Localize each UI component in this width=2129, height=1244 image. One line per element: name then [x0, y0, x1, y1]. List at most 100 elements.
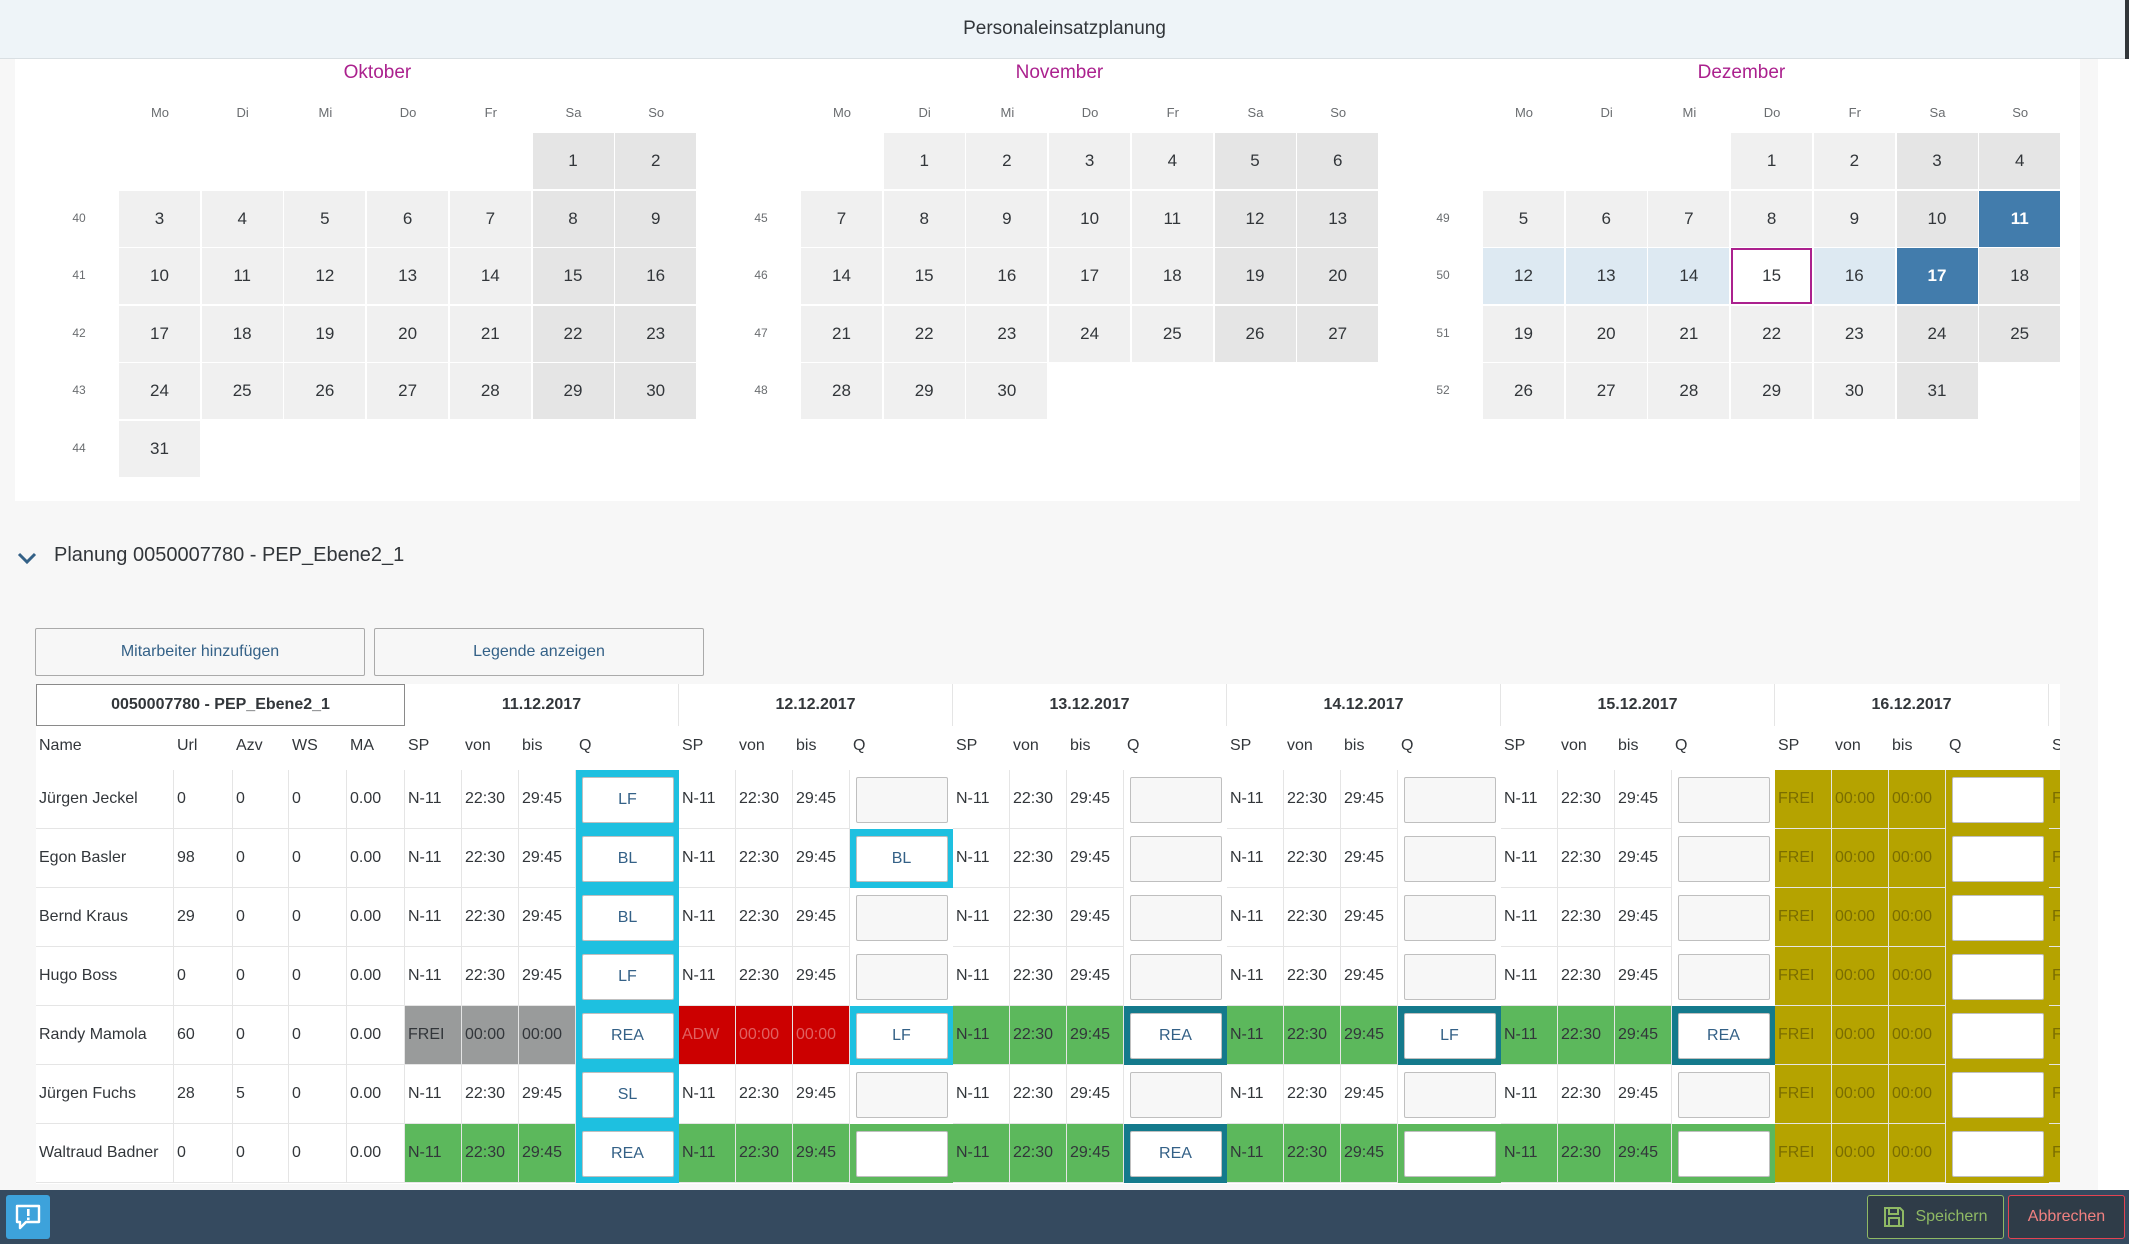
calendar-day[interactable]: 24: [119, 363, 200, 419]
qualification-input[interactable]: LF: [855, 1012, 948, 1059]
shift-cell[interactable]: N-11: [953, 947, 1010, 1006]
calendar-day[interactable]: 6: [1565, 190, 1647, 247]
shift-cell[interactable]: N-11: [679, 1065, 736, 1124]
calendar-day[interactable]: 23: [615, 305, 697, 362]
qualification-input[interactable]: [1677, 835, 1770, 882]
calendar-day[interactable]: 7: [1648, 190, 1730, 247]
qualification-input[interactable]: [1129, 776, 1222, 823]
shift-cell[interactable]: 00:00: [1832, 1124, 1889, 1183]
shift-cell[interactable]: 22:30: [1284, 947, 1341, 1006]
qualification-input[interactable]: REA: [581, 1012, 674, 1059]
shift-cell[interactable]: N-11: [679, 770, 736, 829]
qualification-input[interactable]: [1951, 1071, 2044, 1118]
calendar-day[interactable]: 28: [1648, 363, 1730, 419]
qualification-input[interactable]: [855, 1071, 948, 1118]
shift-cell[interactable]: 29:45: [519, 829, 576, 888]
shift-cell[interactable]: 29:45: [519, 947, 576, 1006]
calendar-day[interactable]: 26: [284, 363, 366, 419]
calendar-day[interactable]: 8: [532, 190, 614, 247]
qualification-input[interactable]: [1951, 776, 2044, 823]
shift-cell[interactable]: 29:45: [1341, 1006, 1398, 1065]
calendar-day[interactable]: 30: [966, 363, 1048, 419]
shift-cell[interactable]: 22:30: [462, 1124, 519, 1183]
shift-cell[interactable]: N-11: [1501, 1065, 1558, 1124]
shift-cell[interactable]: N-11: [405, 947, 462, 1006]
shift-cell[interactable]: 00:00: [462, 1006, 519, 1065]
calendar-day[interactable]: 3: [1049, 133, 1131, 189]
calendar-day[interactable]: 9: [966, 190, 1048, 247]
calendar-day[interactable]: 3: [119, 190, 200, 247]
shift-cell[interactable]: 22:30: [1558, 770, 1615, 829]
shift-cell[interactable]: 22:30: [1010, 829, 1067, 888]
calendar-day[interactable]: 9: [1813, 190, 1895, 247]
calendar-day[interactable]: 17: [119, 305, 200, 362]
calendar-day[interactable]: 11: [1979, 190, 2061, 247]
shift-cell[interactable]: 29:45: [1341, 770, 1398, 829]
calendar-day[interactable]: 20: [1565, 305, 1647, 362]
calendar-day[interactable]: 30: [615, 363, 697, 419]
shift-cell[interactable]: 22:30: [1558, 829, 1615, 888]
calendar-day[interactable]: 27: [1297, 305, 1379, 362]
calendar-day[interactable]: 1: [532, 133, 614, 189]
shift-cell[interactable]: 29:45: [1615, 1006, 1672, 1065]
message-popover-button[interactable]: [6, 1195, 50, 1239]
qualification-input[interactable]: [1129, 894, 1222, 941]
calendar-day[interactable]: 7: [449, 190, 531, 247]
calendar-day[interactable]: 28: [801, 363, 882, 419]
calendar-day[interactable]: 4: [201, 190, 283, 247]
calendar-day[interactable]: 28: [449, 363, 531, 419]
shift-cell[interactable]: N-11: [953, 770, 1010, 829]
calendar-day[interactable]: 14: [801, 248, 882, 304]
qualification-input[interactable]: [855, 776, 948, 823]
qualification-input[interactable]: [1677, 1071, 1770, 1118]
shift-cell[interactable]: N-11: [1227, 1065, 1284, 1124]
shift-cell[interactable]: 22:30: [462, 770, 519, 829]
shift-cell[interactable]: 22:30: [1010, 1124, 1067, 1183]
calendar-day[interactable]: 29: [532, 363, 614, 419]
calendar-day[interactable]: 27: [1565, 363, 1647, 419]
shift-cell[interactable]: 29:45: [1615, 1065, 1672, 1124]
shift-cell[interactable]: 22:30: [736, 770, 793, 829]
shift-cell[interactable]: 22:30: [736, 829, 793, 888]
qualification-input[interactable]: [855, 1130, 948, 1177]
shift-cell[interactable]: N-11: [405, 770, 462, 829]
shift-cell[interactable]: 22:30: [462, 947, 519, 1006]
calendar-day[interactable]: 25: [1131, 305, 1213, 362]
shift-cell[interactable]: FREI: [405, 1006, 462, 1065]
shift-cell[interactable]: 00:00: [1889, 1006, 1946, 1065]
shift-cell[interactable]: 22:30: [1284, 1124, 1341, 1183]
shift-cell[interactable]: N-11: [1501, 1006, 1558, 1065]
shift-cell[interactable]: 00:00: [736, 1006, 793, 1065]
shift-cell[interactable]: 22:30: [1558, 1006, 1615, 1065]
shift-cell[interactable]: 00:00: [1832, 888, 1889, 947]
shift-cell[interactable]: 29:45: [793, 770, 850, 829]
calendar-day[interactable]: 5: [1483, 190, 1564, 247]
qualification-input[interactable]: [855, 894, 948, 941]
calendar-day[interactable]: 4: [1131, 133, 1213, 189]
calendar-day[interactable]: 14: [449, 248, 531, 304]
shift-cell[interactable]: 22:30: [736, 1065, 793, 1124]
shift-cell[interactable]: 22:30: [1284, 888, 1341, 947]
shift-cell[interactable]: 29:45: [793, 888, 850, 947]
shift-cell[interactable]: N-11: [953, 1065, 1010, 1124]
qualification-input[interactable]: LF: [1403, 1012, 1496, 1059]
shift-cell[interactable]: 22:30: [1284, 1065, 1341, 1124]
shift-cell[interactable]: 22:30: [1558, 1065, 1615, 1124]
qualification-input[interactable]: [1951, 1012, 2044, 1059]
shift-cell[interactable]: N-11: [679, 888, 736, 947]
shift-cell[interactable]: 29:45: [1067, 1006, 1124, 1065]
qualification-input[interactable]: [1677, 1130, 1770, 1177]
shift-cell[interactable]: N-11: [1501, 888, 1558, 947]
shift-cell[interactable]: 00:00: [1889, 1124, 1946, 1183]
shift-cell[interactable]: 22:30: [1010, 770, 1067, 829]
shift-cell[interactable]: N-11: [1227, 829, 1284, 888]
calendar-day[interactable]: 22: [883, 305, 965, 362]
qualification-input[interactable]: SL: [581, 1071, 674, 1118]
calendar-day[interactable]: 13: [367, 248, 449, 304]
qualification-input[interactable]: [1403, 1071, 1496, 1118]
qualification-input[interactable]: [1951, 835, 2044, 882]
calendar-day[interactable]: 25: [1979, 305, 2061, 362]
shift-cell[interactable]: FREI: [1775, 1124, 1832, 1183]
calendar-day[interactable]: 10: [1049, 190, 1131, 247]
calendar-day[interactable]: 11: [201, 248, 283, 304]
